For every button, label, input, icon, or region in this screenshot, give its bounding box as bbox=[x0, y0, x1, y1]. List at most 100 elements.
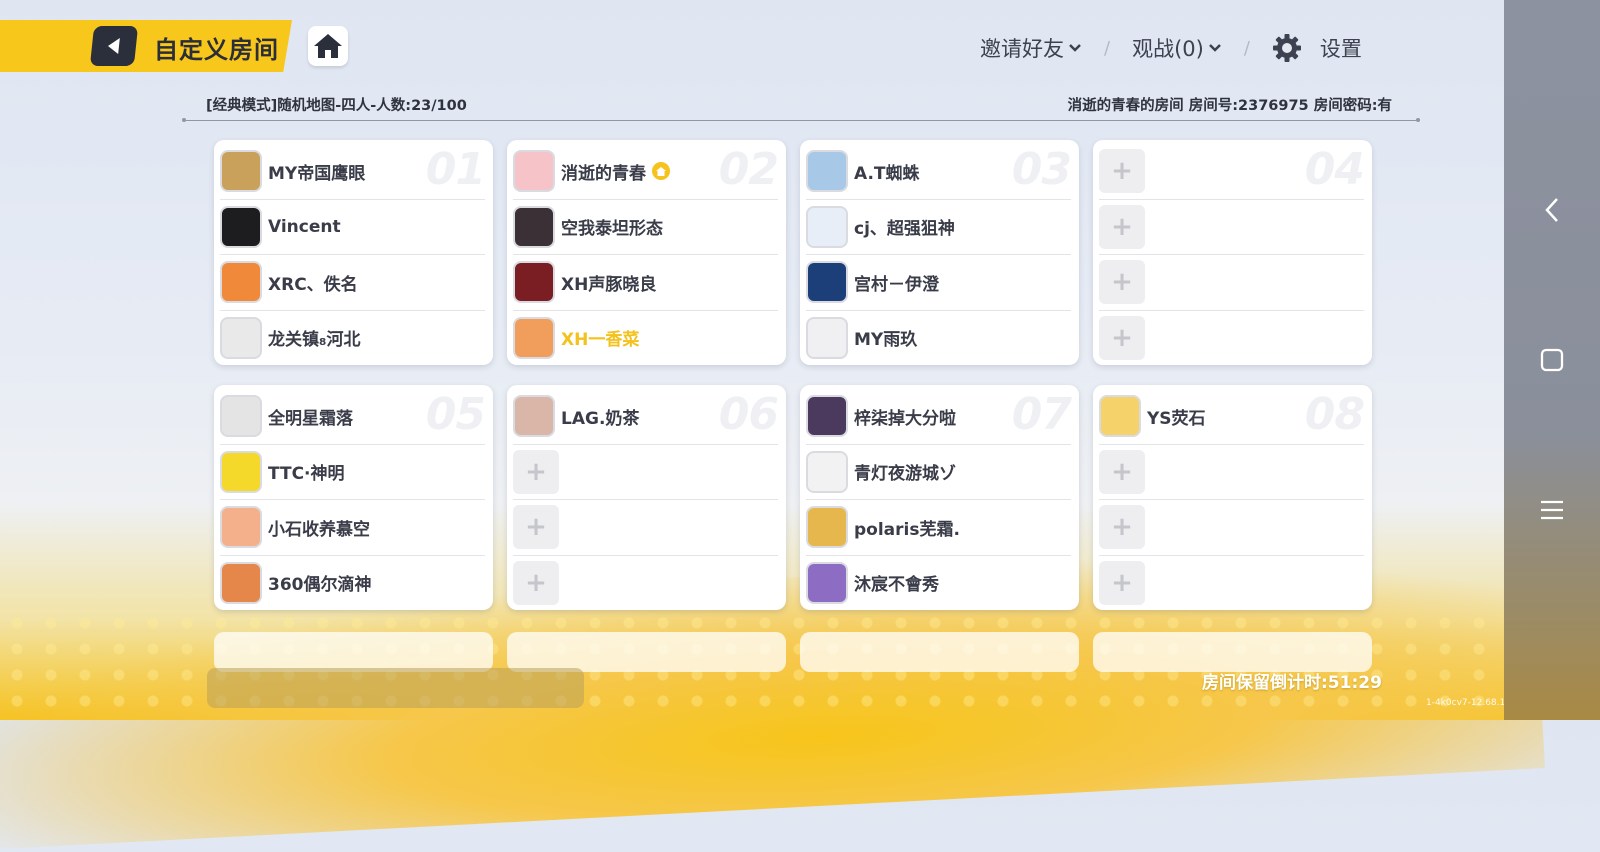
home-button[interactable] bbox=[308, 26, 348, 66]
join-slot-plus-button[interactable]: + bbox=[513, 560, 559, 605]
chevron-left-icon bbox=[1545, 198, 1558, 222]
spectate-dropdown[interactable]: 观战(0) bbox=[1132, 33, 1222, 63]
player-avatar[interactable] bbox=[1099, 395, 1141, 438]
empty-slot: + bbox=[513, 445, 778, 500]
player-slot[interactable]: 青灯夜游城ゾ bbox=[806, 445, 1071, 500]
player-slot[interactable]: LAG.奶茶 bbox=[513, 389, 778, 445]
player-name: TTC·神明 bbox=[268, 464, 345, 485]
join-slot-plus-button[interactable]: + bbox=[1099, 260, 1145, 305]
player-avatar[interactable] bbox=[806, 450, 848, 493]
player-name: 宫村－伊澄 bbox=[854, 274, 939, 295]
player-slot[interactable]: YS荧石 bbox=[1099, 389, 1364, 445]
player-avatar[interactable] bbox=[513, 316, 555, 359]
player-avatar[interactable] bbox=[806, 395, 848, 438]
player-slot[interactable]: polaris芜霜. bbox=[806, 500, 1071, 556]
player-avatar[interactable] bbox=[220, 261, 262, 304]
team-card: 06 LAG.奶茶 + + + bbox=[507, 385, 786, 610]
join-slot-plus-button[interactable]: + bbox=[1099, 149, 1145, 194]
invite-friends-dropdown[interactable]: 邀请好友 bbox=[980, 33, 1082, 63]
player-avatar[interactable] bbox=[513, 395, 555, 438]
player-avatar[interactable] bbox=[806, 506, 848, 549]
player-name: 消逝的青春 bbox=[561, 163, 646, 184]
player-slot[interactable]: XH声豚晓良 bbox=[513, 255, 778, 311]
settings-button[interactable]: 设置 bbox=[1272, 33, 1362, 63]
player-avatar[interactable] bbox=[220, 561, 262, 604]
player-avatar[interactable] bbox=[220, 395, 262, 438]
host-house-icon bbox=[652, 162, 670, 181]
team-card-partial bbox=[800, 632, 1079, 672]
player-avatar[interactable] bbox=[220, 205, 262, 248]
join-slot-plus-button[interactable]: + bbox=[1099, 315, 1145, 360]
team-card: 02 消逝的青春 空我泰坦形态 XH声豚晓良 XH一香菜 bbox=[507, 140, 786, 365]
back-arrow-icon bbox=[108, 38, 120, 54]
player-slot[interactable]: 小石收养慕空 bbox=[220, 500, 485, 556]
player-name: Vincent bbox=[268, 216, 341, 237]
join-slot-plus-button[interactable]: + bbox=[513, 505, 559, 550]
room-countdown: 房间保留倒计时:51:29 bbox=[1202, 673, 1382, 693]
join-slot-plus-button[interactable]: + bbox=[1099, 204, 1145, 249]
nav-back-button[interactable] bbox=[1534, 192, 1570, 228]
player-slot[interactable]: Vincent bbox=[220, 200, 485, 255]
chat-input[interactable] bbox=[207, 668, 584, 708]
player-avatar[interactable] bbox=[806, 205, 848, 248]
player-avatar[interactable] bbox=[806, 561, 848, 604]
player-avatar[interactable] bbox=[513, 261, 555, 304]
room-owner-info: 消逝的青春的房间 房间号:2376975 房间密码:有 bbox=[1067, 98, 1392, 114]
player-slot[interactable]: cj、超强狙神 bbox=[806, 200, 1071, 255]
player-slot[interactable]: 龙关镇₈河北 bbox=[220, 311, 485, 366]
player-slot[interactable]: 消逝的青春 bbox=[513, 144, 778, 200]
player-avatar[interactable] bbox=[220, 150, 262, 193]
team-card: 08 YS荧石 + + + bbox=[1093, 385, 1372, 610]
player-slot[interactable]: 宫村－伊澄 bbox=[806, 255, 1071, 311]
join-slot-plus-button[interactable]: + bbox=[1099, 560, 1145, 605]
player-name: XH声豚晓良 bbox=[561, 274, 657, 295]
team-card: 07 梓柒掉大分啦 青灯夜游城ゾ polaris芜霜. 沐宸不會秀 bbox=[800, 385, 1079, 610]
player-name: 龙关镇₈河北 bbox=[268, 330, 361, 351]
nav-home-button[interactable] bbox=[1534, 342, 1570, 378]
empty-slot: + bbox=[1099, 556, 1364, 611]
player-name: 小石收养慕空 bbox=[268, 519, 370, 540]
spectate-label: 观战(0) bbox=[1132, 37, 1204, 61]
join-slot-plus-button[interactable]: + bbox=[1099, 449, 1145, 494]
player-slot[interactable]: TTC·神明 bbox=[220, 445, 485, 500]
player-name: 空我泰坦形态 bbox=[561, 219, 663, 240]
player-avatar[interactable] bbox=[513, 150, 555, 193]
player-slot[interactable]: MY帝国鹰眼 bbox=[220, 144, 485, 200]
player-slot[interactable]: 沐宸不會秀 bbox=[806, 556, 1071, 611]
player-avatar[interactable] bbox=[806, 316, 848, 359]
join-slot-plus-button[interactable]: + bbox=[1099, 505, 1145, 550]
player-slot[interactable]: 梓柒掉大分啦 bbox=[806, 389, 1071, 445]
back-button[interactable] bbox=[89, 26, 139, 66]
player-avatar[interactable] bbox=[220, 316, 262, 359]
player-slot[interactable]: 全明星霜落 bbox=[220, 389, 485, 445]
square-icon bbox=[1540, 348, 1564, 372]
player-avatar[interactable] bbox=[513, 205, 555, 248]
player-avatar[interactable] bbox=[220, 450, 262, 493]
player-name: 梓柒掉大分啦 bbox=[854, 408, 956, 429]
gear-icon bbox=[1272, 34, 1301, 62]
player-slot[interactable]: A.T蜘蛛 bbox=[806, 144, 1071, 200]
player-slot[interactable]: 空我泰坦形态 bbox=[513, 200, 778, 255]
top-actions-bar: 邀请好友 / 观战(0) / 设置 bbox=[980, 32, 1362, 64]
player-avatar[interactable] bbox=[220, 506, 262, 549]
empty-slot: + bbox=[1099, 255, 1364, 311]
player-avatar[interactable] bbox=[806, 150, 848, 193]
chevron-down-icon bbox=[1069, 44, 1081, 52]
player-name: XRC、佚名 bbox=[268, 274, 358, 295]
empty-slot: + bbox=[513, 556, 778, 611]
player-avatar[interactable] bbox=[806, 261, 848, 304]
empty-slot: + bbox=[1099, 200, 1364, 255]
player-name: polaris芜霜. bbox=[854, 519, 960, 540]
room-mode-info: [经典模式]随机地图-四人-人数:23/100 bbox=[206, 98, 467, 114]
empty-slot: + bbox=[1099, 311, 1364, 366]
nav-recents-button[interactable] bbox=[1534, 492, 1570, 528]
player-slot[interactable]: 360偶尔滴神 bbox=[220, 556, 485, 611]
page-title: 自定义房间 bbox=[154, 36, 279, 64]
team-card: 03 A.T蜘蛛 cj、超强狙神 宫村－伊澄 MY雨玖 bbox=[800, 140, 1079, 365]
player-slot[interactable]: XRC、佚名 bbox=[220, 255, 485, 311]
player-slot[interactable]: MY雨玖 bbox=[806, 311, 1071, 366]
join-slot-plus-button[interactable]: + bbox=[513, 449, 559, 494]
menu-icon bbox=[1541, 500, 1563, 520]
player-slot[interactable]: XH一香菜 bbox=[513, 311, 778, 366]
empty-slot: + bbox=[513, 500, 778, 556]
